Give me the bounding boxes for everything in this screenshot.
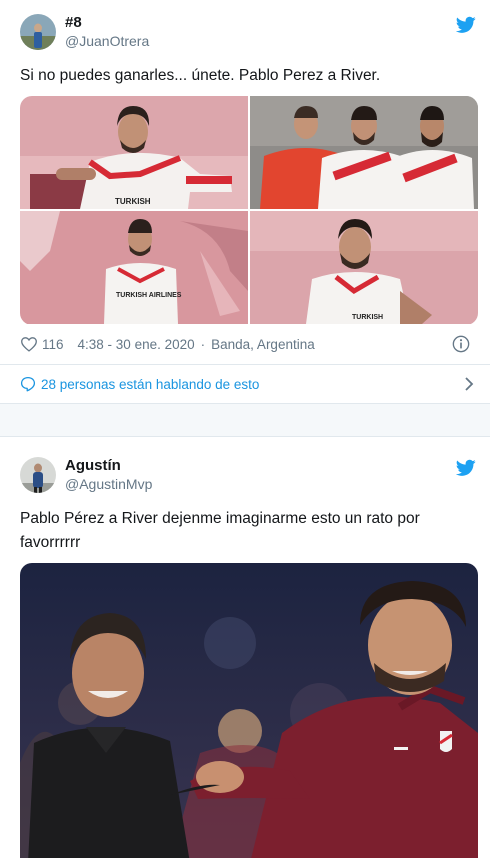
tweet-text: Pablo Pérez a River dejenme imaginarme e… [20,510,420,551]
conversation-link[interactable]: 28 personas están hablando de esto [0,364,490,403]
avatar[interactable] [20,14,56,50]
media-photo-2[interactable] [250,96,478,209]
media-photo-4[interactable]: TURKISH [250,211,478,324]
jersey-sponsor-text: TURKISH [352,314,383,321]
media-photo-3[interactable]: TURKISH AIRLINES [20,211,248,324]
media-photo-1[interactable]: TURKISH [20,96,248,209]
tweet-location[interactable]: Banda, Argentina [211,337,315,352]
display-name[interactable]: #8 [65,14,149,32]
jersey-sponsor-text: TURKISH [115,197,151,206]
twitter-bird-icon[interactable] [456,16,476,34]
tweet-timestamp[interactable]: 4:38 - 30 ene. 2020 [78,337,195,352]
twitter-bird-icon[interactable] [456,459,476,477]
chevron-right-icon[interactable] [464,377,474,391]
tweet-card-2[interactable]: Agustín @AgustinMvp Pablo Pérez a River … [0,436,490,858]
tweet-media-grid[interactable]: TURKISH TURKISH AIRLINES TURKISH [20,96,478,325]
display-name[interactable]: Agustín [65,457,152,475]
conversation-text: 28 personas están hablando de esto [41,376,260,392]
avatar[interactable] [20,457,56,493]
info-icon[interactable] [452,335,470,353]
tweet-card-1[interactable]: #8 @JuanOtrera Si no puedes ganarles... … [0,0,490,404]
media-photo-coach-handshake[interactable] [20,563,478,858]
like-count[interactable]: 116 [42,337,64,352]
separator-dot: · [200,336,206,352]
speech-bubble-icon [20,376,36,392]
jersey-sponsor-text: TURKISH AIRLINES [116,292,182,299]
tweet-meta-row: 116 4:38 - 30 ene. 2020 · Banda, Argenti… [20,334,470,354]
user-handle[interactable]: @AgustinMvp [65,475,152,493]
tweet-header: Agustín @AgustinMvp [20,455,152,495]
user-handle[interactable]: @JuanOtrera [65,32,149,50]
tweet-header: #8 @JuanOtrera [20,12,149,52]
tweet-text: Si no puedes ganarles... únete. Pablo Pe… [20,67,381,84]
heart-icon[interactable] [20,336,38,352]
